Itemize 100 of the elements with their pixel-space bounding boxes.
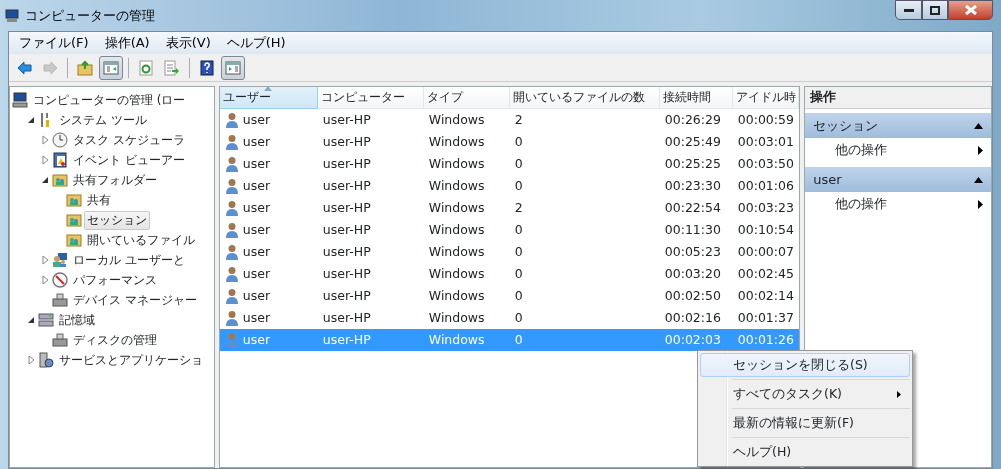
window-title: コンピューターの管理 (25, 6, 155, 25)
clock-icon (52, 132, 68, 148)
table-cell-text: 00:00:07 (737, 242, 794, 261)
column-header[interactable]: アイドル時 (732, 87, 799, 109)
tree-item[interactable]: 共有フォルダー (70, 170, 160, 190)
action-pane-button[interactable] (221, 55, 245, 80)
minimize-button[interactable] (895, 0, 922, 20)
table-cell-text: user-HP (322, 286, 371, 305)
tree-pane-icon (103, 59, 119, 76)
column-header[interactable]: 開いているファイルの数 (509, 87, 660, 109)
table-cell-text: 0 (514, 154, 523, 173)
table-cell-text: 0 (514, 286, 523, 305)
back-arrow-icon (16, 59, 32, 76)
table-cell-text: Windows (428, 220, 485, 239)
collapse-arrow-icon[interactable] (26, 115, 36, 125)
table-cell-text: user-HP (322, 132, 371, 151)
user-icon (224, 266, 239, 282)
menu-item[interactable]: ヘルプ(H) (218, 33, 294, 53)
help-icon (199, 59, 215, 76)
minimize-icon (903, 8, 914, 12)
collapse-arrow-icon[interactable] (26, 315, 36, 325)
expand-arrow-icon[interactable] (26, 355, 36, 365)
section-header[interactable]: user (805, 167, 991, 192)
table-cell-text: user (242, 330, 271, 349)
table-cell-text: user (242, 286, 271, 305)
menu-item[interactable]: ファイル(F) (11, 33, 97, 53)
services-icon (38, 352, 54, 368)
folder-up-icon (77, 59, 93, 76)
tree-item[interactable]: イベント ビューアー (70, 150, 188, 170)
menu-item[interactable]: 表示(V) (157, 33, 219, 53)
user-icon (224, 222, 239, 238)
table-cell-text: user (242, 176, 271, 195)
expand-arrow-icon[interactable] (40, 135, 50, 145)
table-cell-text: 00:23:30 (664, 176, 721, 195)
table-cell-text: 0 (514, 220, 523, 239)
expand-arrow-icon[interactable] (40, 255, 50, 265)
table-cell-text: user-HP (322, 242, 371, 261)
action-item[interactable]: 他の操作 (805, 138, 991, 163)
tree-item[interactable]: デバイス マネージャー (70, 290, 200, 310)
expand-arrow-icon[interactable] (40, 275, 50, 285)
table-cell-text: Windows (428, 286, 485, 305)
tree-item[interactable]: 記憶域 (56, 310, 98, 330)
column-header[interactable]: 接続時間 (659, 87, 733, 109)
column-header[interactable]: コンピューター (317, 87, 424, 109)
collapse-icon[interactable] (974, 176, 983, 183)
table-cell-text: 0 (514, 330, 523, 349)
menu-item[interactable]: ヘルプ(H) (700, 440, 910, 464)
menu-item[interactable]: すべてのタスク(K) (700, 382, 910, 406)
tree-item[interactable]: セッション (84, 210, 150, 230)
column-header[interactable]: タイプ (423, 87, 510, 109)
user-icon (224, 310, 239, 326)
tree-item[interactable]: 共有 (84, 190, 114, 210)
menu-item[interactable]: セッションを閉じる(S) (700, 353, 910, 377)
table-cell-text: 00:02:45 (737, 264, 794, 283)
user-icon (224, 156, 239, 172)
shared-folder-icon (52, 172, 68, 188)
shared-folder-icon (66, 232, 82, 248)
actions-title: 操作 (805, 87, 991, 109)
tree-item[interactable]: システム ツール (56, 110, 150, 130)
user-icon (224, 244, 239, 260)
table-cell-text: 00:02:14 (737, 286, 794, 305)
table-cell-text: user-HP (322, 154, 371, 173)
tree-item[interactable]: 開いているファイル (84, 230, 198, 250)
table-cell-text: 0 (514, 176, 523, 195)
table-cell-text: Windows (428, 308, 485, 327)
table-cell-text: 00:03:50 (737, 154, 794, 173)
computer-icon (12, 92, 28, 108)
action-pane-icon (225, 59, 241, 76)
table-cell-text: 00:03:23 (737, 198, 794, 217)
action-item[interactable]: 他の操作 (805, 192, 991, 217)
table-cell-text: Windows (428, 242, 485, 261)
table-cell-text: 00:01:37 (737, 308, 794, 327)
maximize-icon (930, 5, 940, 15)
tree-pane-button[interactable] (99, 55, 123, 80)
table-cell-text: user-HP (322, 264, 371, 283)
tree-item[interactable]: ローカル ユーザーと (70, 250, 188, 270)
menu-item[interactable]: 最新の情報に更新(F) (700, 411, 910, 435)
collapse-icon[interactable] (974, 122, 983, 129)
table-cell-text: user (242, 308, 271, 327)
table-cell-text: Windows (428, 330, 485, 349)
section-header[interactable]: セッション (805, 113, 991, 138)
expand-arrow-icon[interactable] (40, 155, 50, 165)
close-icon (964, 5, 977, 15)
table-cell-text: 00:25:49 (664, 132, 721, 151)
export-list-icon (164, 59, 180, 76)
maximize-button[interactable] (922, 0, 948, 20)
table-cell-text: user (242, 220, 271, 239)
storage-icon (38, 312, 54, 328)
tree-item[interactable]: ディスクの管理 (70, 330, 160, 350)
table-cell-text: Windows (428, 176, 485, 195)
table-cell-text: Windows (428, 132, 485, 151)
collapse-arrow-icon[interactable] (40, 175, 50, 185)
column-header[interactable]: ユーザー (219, 87, 318, 109)
tree-item[interactable]: パフォーマンス (70, 270, 160, 290)
close-button[interactable] (948, 0, 993, 20)
table-cell-text: 00:11:30 (664, 220, 721, 239)
tree-item[interactable]: コンピューターの管理 (ロー (30, 90, 189, 110)
tree-item[interactable]: タスク スケジューラ (70, 130, 188, 150)
tree-item[interactable]: サービスとアプリケーショ (56, 350, 206, 370)
menu-item[interactable]: 操作(A) (96, 33, 158, 53)
